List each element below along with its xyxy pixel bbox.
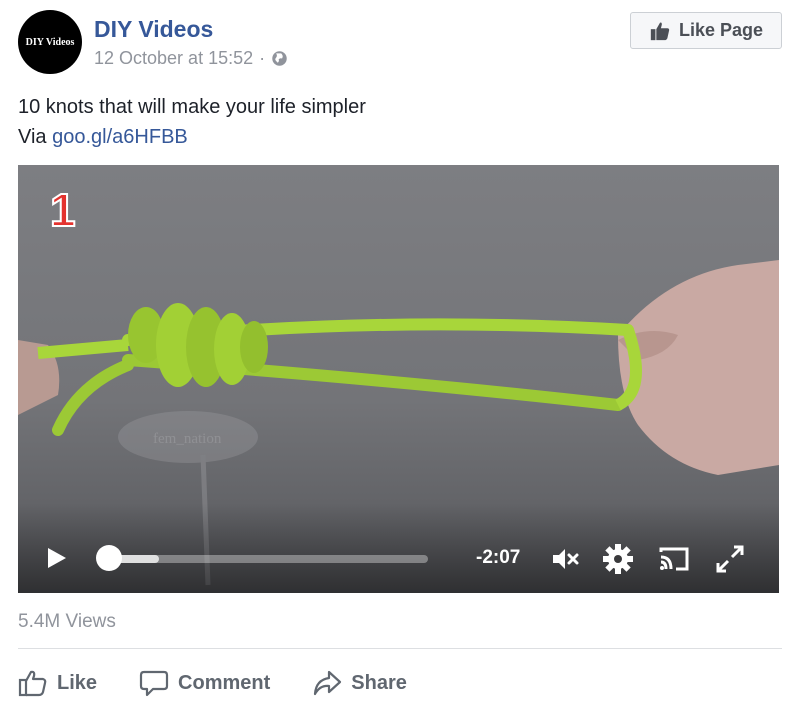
video-player[interactable]: fem_nation 1 -2:07: [18, 165, 779, 593]
time-remaining: -2:07: [476, 547, 521, 568]
post-text-line: 10 knots that will make your life simple…: [18, 96, 366, 118]
cast-icon[interactable]: [658, 543, 690, 575]
meta-separator: ·: [259, 48, 266, 68]
comment-button[interactable]: Comment: [139, 668, 270, 698]
like-page-button[interactable]: Like Page: [630, 12, 782, 49]
watermark-text: fem_nation: [153, 431, 222, 447]
page-name-link[interactable]: DIY Videos: [94, 16, 213, 43]
post-meta: 12 October at 15:52 ·: [94, 48, 288, 69]
play-icon[interactable]: [46, 546, 68, 570]
post-timestamp[interactable]: 12 October at 15:52: [94, 48, 253, 69]
mute-icon[interactable]: [550, 543, 582, 575]
page-avatar[interactable]: DIY Videos: [18, 10, 82, 74]
progress-scrubber[interactable]: [96, 545, 122, 571]
like-label: Like: [57, 671, 98, 694]
post-body: 10 knots that will make your life simple…: [18, 92, 366, 152]
share-button[interactable]: Share: [312, 668, 407, 698]
thumbs-up-icon: [650, 22, 670, 40]
share-arrow-icon: [314, 670, 342, 696]
via-label: Via: [18, 126, 47, 148]
share-label: Share: [351, 671, 407, 694]
settings-gear-icon[interactable]: [602, 543, 634, 575]
knot-number-overlay: 1: [49, 183, 77, 237]
post-via-line: Via goo.gl/a6HFBB: [18, 122, 366, 152]
like-page-label: Like Page: [678, 20, 764, 40]
post-header: DIY Videos DIY Videos 12 October at 15:5…: [18, 10, 782, 80]
thumbs-up-outline-icon: [18, 670, 47, 697]
video-controls: -2:07: [18, 503, 779, 593]
post-link[interactable]: goo.gl/a6HFBB: [52, 126, 188, 148]
globe-icon: [272, 51, 287, 66]
avatar-text: DIY Videos: [25, 36, 75, 48]
fullscreen-icon[interactable]: [714, 543, 746, 575]
post-actions: Like Comment Share: [18, 664, 449, 702]
progress-bar[interactable]: [108, 555, 428, 563]
divider: [18, 648, 782, 649]
comment-label: Comment: [178, 671, 271, 694]
comment-icon: [139, 670, 169, 697]
like-button[interactable]: Like: [18, 668, 97, 698]
view-count: 5.4M Views: [18, 611, 116, 632]
